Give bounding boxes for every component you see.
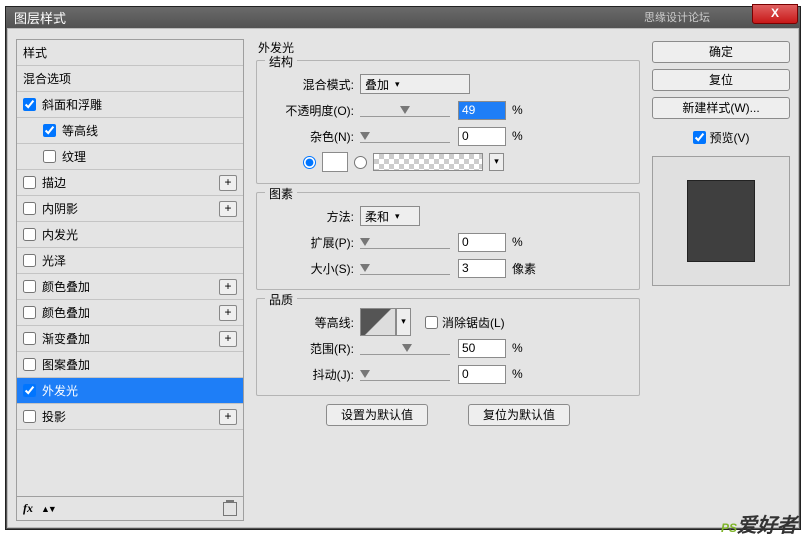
opacity-label: 不透明度(O): <box>265 102 360 119</box>
cancel-button[interactable]: 复位 <box>652 69 790 91</box>
check-stroke[interactable] <box>23 176 36 189</box>
group-structure: 结构 混合模式: 叠加▾ 不透明度(O): 49 % 杂色(N): 0 % <box>256 60 640 184</box>
check-gradientoverlay[interactable] <box>23 332 36 345</box>
check-innershadow[interactable] <box>23 202 36 215</box>
check-texture[interactable] <box>43 150 56 163</box>
panel-title: 外发光 <box>258 39 644 56</box>
settings-column: 外发光 结构 混合模式: 叠加▾ 不透明度(O): 49 % 杂色(N): 0 <box>252 39 644 521</box>
blend-options-header[interactable]: 混合选项 <box>17 66 243 92</box>
ok-button[interactable]: 确定 <box>652 41 790 63</box>
preview-label: 预览(V) <box>710 129 750 146</box>
contour-label: 等高线: <box>265 314 360 331</box>
add-stroke[interactable]: + <box>219 175 237 191</box>
arrows-icon[interactable]: ▲▼ <box>41 504 55 514</box>
spread-slider[interactable] <box>360 235 450 249</box>
opacity-slider[interactable] <box>360 103 450 117</box>
styles-header[interactable]: 样式 <box>17 40 243 66</box>
item-patternoverlay[interactable]: 图案叠加 <box>17 352 243 378</box>
title-bar[interactable]: 图层样式 思缘设计论坛 X <box>6 7 800 27</box>
item-contour[interactable]: 等高线 <box>17 118 243 144</box>
item-bevel[interactable]: 斜面和浮雕 <box>17 92 243 118</box>
fx-icon[interactable]: fx <box>23 501 33 516</box>
gradient-picker[interactable] <box>373 153 483 171</box>
contour-dropdown[interactable]: ▾ <box>396 308 411 336</box>
size-slider[interactable] <box>360 261 450 275</box>
chevron-down-icon: ▾ <box>395 79 400 90</box>
dialog-body: 样式 混合选项 斜面和浮雕 等高线 纹理 描边+ 内阴影+ 内发光 光泽 颜色叠… <box>7 28 799 528</box>
add-coloroverlay2[interactable]: + <box>219 305 237 321</box>
styles-list: 样式 混合选项 斜面和浮雕 等高线 纹理 描边+ 内阴影+ 内发光 光泽 颜色叠… <box>16 39 244 497</box>
preview-swatch <box>687 180 755 262</box>
jitter-slider[interactable] <box>360 367 450 381</box>
item-satin[interactable]: 光泽 <box>17 248 243 274</box>
item-outerglow[interactable]: 外发光 <box>17 378 243 404</box>
antialias-check[interactable] <box>425 316 438 329</box>
preview-check[interactable] <box>693 131 706 144</box>
trash-icon[interactable] <box>223 502 237 516</box>
chevron-down-icon: ▾ <box>395 211 400 222</box>
group-quality: 品质 等高线: ▾ 消除锯齿(L) 范围(R): 50 % 抖动(J): <box>256 298 640 396</box>
close-button[interactable]: X <box>752 4 798 24</box>
legend-structure: 结构 <box>265 53 297 70</box>
check-coloroverlay1[interactable] <box>23 280 36 293</box>
range-label: 范围(R): <box>265 340 360 357</box>
size-input[interactable]: 3 <box>458 259 506 278</box>
contour-picker[interactable] <box>360 308 396 336</box>
group-elements: 图素 方法: 柔和▾ 扩展(P): 0 % 大小(S): 3 像素 <box>256 192 640 290</box>
blend-mode-label: 混合模式: <box>265 76 360 93</box>
check-bevel[interactable] <box>23 98 36 111</box>
spread-label: 扩展(P): <box>265 234 360 251</box>
technique-select[interactable]: 柔和▾ <box>360 206 420 226</box>
item-dropshadow[interactable]: 投影+ <box>17 404 243 430</box>
check-patternoverlay[interactable] <box>23 358 36 371</box>
check-outerglow[interactable] <box>23 384 36 397</box>
item-coloroverlay2[interactable]: 颜色叠加+ <box>17 300 243 326</box>
opacity-input[interactable]: 49 <box>458 101 506 120</box>
range-input[interactable]: 50 <box>458 339 506 358</box>
check-innerglow[interactable] <box>23 228 36 241</box>
blend-mode-select[interactable]: 叠加▾ <box>360 74 470 94</box>
noise-input[interactable]: 0 <box>458 127 506 146</box>
dialog-window: 图层样式 思缘设计论坛 X 样式 混合选项 斜面和浮雕 等高线 纹理 描边+ 内… <box>5 6 801 530</box>
jitter-label: 抖动(J): <box>265 366 360 383</box>
size-label: 大小(S): <box>265 260 360 277</box>
item-coloroverlay1[interactable]: 颜色叠加+ <box>17 274 243 300</box>
jitter-input[interactable]: 0 <box>458 365 506 384</box>
range-slider[interactable] <box>360 341 450 355</box>
check-dropshadow[interactable] <box>23 410 36 423</box>
item-innershadow[interactable]: 内阴影+ <box>17 196 243 222</box>
check-satin[interactable] <box>23 254 36 267</box>
spread-input[interactable]: 0 <box>458 233 506 252</box>
add-innershadow[interactable]: + <box>219 201 237 217</box>
add-dropshadow[interactable]: + <box>219 409 237 425</box>
styles-column: 样式 混合选项 斜面和浮雕 等高线 纹理 描边+ 内阴影+ 内发光 光泽 颜色叠… <box>16 39 244 521</box>
item-innerglow[interactable]: 内发光 <box>17 222 243 248</box>
set-default-button[interactable]: 设置为默认值 <box>326 404 428 426</box>
technique-label: 方法: <box>265 208 360 225</box>
noise-label: 杂色(N): <box>265 128 360 145</box>
item-stroke[interactable]: 描边+ <box>17 170 243 196</box>
gradient-dropdown[interactable]: ▾ <box>489 153 504 171</box>
styles-footer: fx ▲▼ <box>16 497 244 521</box>
check-coloroverlay2[interactable] <box>23 306 36 319</box>
color-radio[interactable] <box>303 156 316 169</box>
forum-text: 思缘设计论坛 <box>644 9 710 25</box>
legend-elements: 图素 <box>265 185 297 202</box>
window-title: 图层样式 <box>6 8 66 27</box>
color-swatch[interactable] <box>322 152 348 172</box>
new-style-button[interactable]: 新建样式(W)... <box>652 97 790 119</box>
preview-box <box>652 156 790 286</box>
item-gradientoverlay[interactable]: 渐变叠加+ <box>17 326 243 352</box>
legend-quality: 品质 <box>265 291 297 308</box>
gradient-radio[interactable] <box>354 156 367 169</box>
check-contour[interactable] <box>43 124 56 137</box>
item-texture[interactable]: 纹理 <box>17 144 243 170</box>
reset-default-button[interactable]: 复位为默认值 <box>468 404 570 426</box>
antialias-label: 消除锯齿(L) <box>442 314 505 331</box>
add-coloroverlay1[interactable]: + <box>219 279 237 295</box>
watermark: PS爱好者 <box>721 509 797 538</box>
add-gradientoverlay[interactable]: + <box>219 331 237 347</box>
right-column: 确定 复位 新建样式(W)... 预览(V) <box>652 39 790 521</box>
noise-slider[interactable] <box>360 129 450 143</box>
